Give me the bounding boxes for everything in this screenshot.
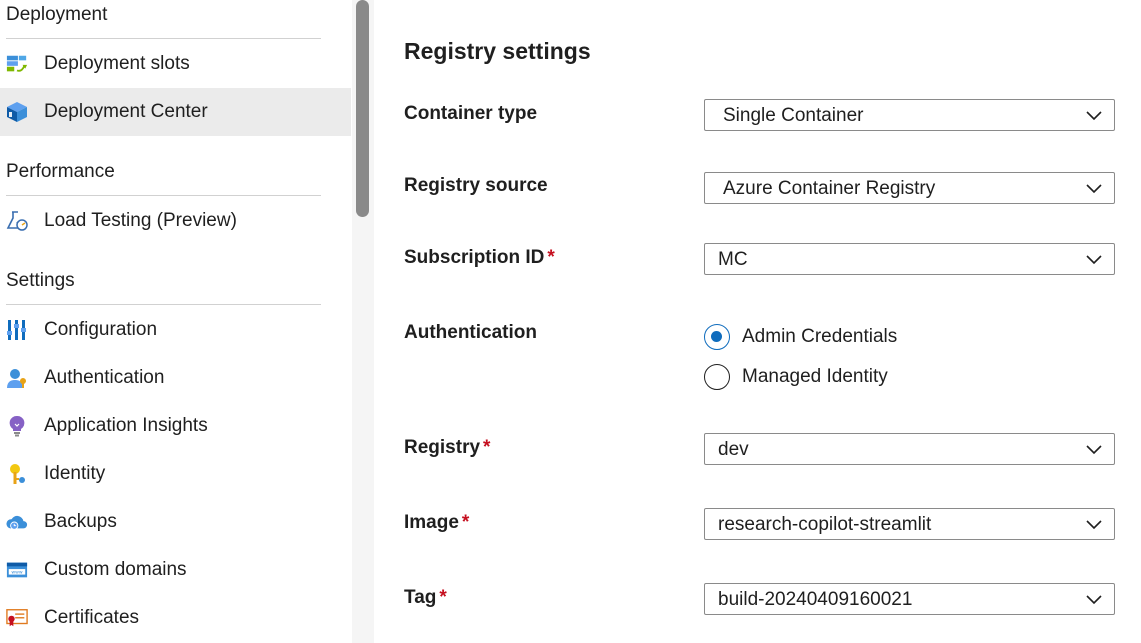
- subscription-id-label-text: Subscription ID: [404, 247, 545, 268]
- sidebar-item-load-testing[interactable]: Load Testing (Preview): [0, 197, 351, 245]
- subscription-id-dropdown[interactable]: MC: [704, 243, 1115, 275]
- container-type-dropdown[interactable]: Single Container: [704, 99, 1115, 131]
- required-marker: *: [461, 512, 470, 533]
- sidebar-item-label: Deployment slots: [44, 53, 190, 74]
- chevron-down-icon: [1086, 520, 1102, 530]
- application-insights-icon: [6, 415, 28, 437]
- authentication-icon: [6, 367, 28, 389]
- required-marker: *: [547, 247, 555, 268]
- sidebar-item-identity[interactable]: Identity: [0, 450, 351, 498]
- dropdown-value: Single Container: [723, 105, 864, 126]
- chevron-down-icon: [1086, 445, 1102, 455]
- identity-icon: [6, 463, 28, 485]
- radio-button-checked[interactable]: [704, 324, 730, 350]
- dropdown-value: research-copilot-streamlit: [718, 514, 932, 535]
- dropdown-value: build-20240409160021: [718, 589, 913, 610]
- sidebar-item-label: Identity: [44, 463, 106, 484]
- sidebar-item-authentication[interactable]: Authentication: [0, 354, 351, 402]
- section-divider: [6, 195, 321, 196]
- sidebar-item-label: Certificates: [44, 607, 140, 628]
- registry-dropdown[interactable]: dev: [704, 433, 1115, 465]
- sidebar-item-label: Load Testing (Preview): [44, 210, 237, 231]
- svg-text:www: www: [11, 571, 22, 576]
- sidebar-item-label: Application Insights: [44, 415, 208, 436]
- registry-label: Registry *: [404, 437, 490, 459]
- sidebar-item-label: Deployment Center: [44, 101, 208, 122]
- image-dropdown[interactable]: research-copilot-streamlit: [704, 508, 1115, 540]
- load-testing-icon: [6, 210, 28, 232]
- sidebar-scrollbar-thumb[interactable]: [356, 0, 369, 217]
- tag-label-text: Tag: [404, 587, 437, 608]
- container-type-label: Container type: [404, 103, 538, 124]
- image-label: Image *: [404, 512, 469, 534]
- chevron-down-icon: [1086, 595, 1102, 605]
- required-marker: *: [483, 437, 491, 458]
- registry-label-text: Registry: [404, 437, 481, 458]
- certificates-icon: [6, 607, 28, 629]
- sidebar-item-certificates[interactable]: Certificates: [0, 594, 351, 642]
- backups-icon: [6, 511, 28, 533]
- sidebar-item-custom-domains[interactable]: www Custom domains: [0, 546, 351, 594]
- sidebar-item-deployment-center[interactable]: Deployment Center: [0, 88, 351, 136]
- dropdown-value: MC: [718, 249, 748, 270]
- chevron-down-icon: [1086, 184, 1102, 194]
- required-marker: *: [439, 587, 447, 608]
- subscription-id-label: Subscription ID *: [404, 247, 555, 269]
- sidebar-item-application-insights[interactable]: Application Insights: [0, 402, 351, 450]
- dropdown-value: Azure Container Registry: [723, 178, 936, 199]
- registry-source-label: Registry source: [404, 175, 548, 196]
- deployment-center-icon: [6, 101, 28, 123]
- section-divider: [6, 304, 321, 305]
- sidebar-nav: Deployment Deployment slots Deployment C: [0, 0, 352, 643]
- sidebar-item-backups[interactable]: Backups: [0, 498, 351, 546]
- chevron-down-icon: [1086, 255, 1102, 265]
- sidebar-item-deployment-slots[interactable]: Deployment slots: [0, 40, 351, 88]
- section-title-deployment: Deployment: [6, 4, 108, 25]
- deployment-slots-icon: [6, 53, 28, 75]
- radio-admin-credentials[interactable]: Admin Credentials: [704, 322, 897, 352]
- custom-domains-icon: www: [6, 559, 28, 581]
- sidebar-item-label: Authentication: [44, 367, 165, 388]
- radio-button[interactable]: [704, 364, 730, 390]
- registry-source-dropdown[interactable]: Azure Container Registry: [704, 172, 1115, 204]
- configuration-icon: [6, 319, 28, 341]
- form-title: Registry settings: [404, 38, 591, 64]
- radio-managed-identity[interactable]: Managed Identity: [704, 362, 888, 392]
- dropdown-value: dev: [718, 439, 749, 460]
- radio-label: Managed Identity: [742, 366, 888, 387]
- section-divider: [6, 38, 321, 39]
- sidebar-item-label: Backups: [44, 511, 117, 532]
- image-label-text: Image: [404, 512, 459, 533]
- tag-dropdown[interactable]: build-20240409160021: [704, 583, 1115, 615]
- registry-settings-form: Registry settings Container type Single …: [374, 0, 1141, 643]
- tag-label: Tag *: [404, 587, 447, 609]
- authentication-label: Authentication: [404, 322, 537, 343]
- chevron-down-icon: [1086, 111, 1102, 121]
- sidebar-item-configuration[interactable]: Configuration: [0, 306, 351, 354]
- section-title-performance: Performance: [6, 161, 115, 182]
- section-title-settings: Settings: [6, 270, 75, 291]
- radio-label: Admin Credentials: [742, 326, 898, 347]
- sidebar-item-label: Custom domains: [44, 559, 187, 580]
- sidebar-item-label: Configuration: [44, 319, 158, 340]
